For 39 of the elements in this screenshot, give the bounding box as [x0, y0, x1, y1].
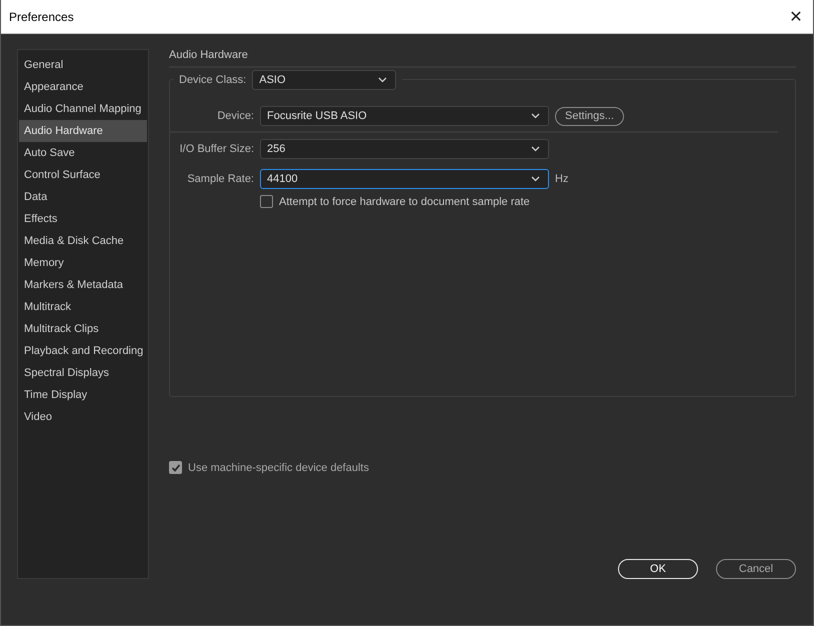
- unit-label: Hz: [555, 173, 568, 185]
- checkbox-label: Attempt to force hardware to document sample rate: [279, 196, 530, 208]
- sidebar-item[interactable]: Effects: [19, 208, 147, 230]
- chevron-icon: [531, 176, 540, 182]
- sidebar-item[interactable]: General: [19, 54, 147, 76]
- sidebar-item[interactable]: Multitrack Clips: [19, 318, 147, 340]
- buffer-size-dropdown[interactable]: 256: [260, 139, 549, 159]
- sidebar-item[interactable]: Data: [19, 186, 147, 208]
- sidebar-item[interactable]: Auto Save: [19, 142, 147, 164]
- chevron-icon: [378, 77, 388, 83]
- cancel-button[interactable]: Cancel: [716, 559, 796, 579]
- sidebar-item[interactable]: Multitrack: [19, 296, 147, 318]
- field-label: Sample Rate:: [186, 173, 254, 185]
- field-label: Device:: [216, 110, 254, 122]
- sidebar-item[interactable]: Markers & Metadata: [19, 274, 147, 296]
- sidebar-item[interactable]: Control Surface: [19, 164, 147, 186]
- window-title: Preferences: [9, 10, 74, 24]
- sidebar-item[interactable]: Appearance: [19, 76, 147, 98]
- field-label: Device Class:: [179, 74, 246, 86]
- device-class-dropdown[interactable]: ASIO: [252, 70, 396, 90]
- sidebar-item[interactable]: Audio Hardware: [19, 120, 147, 142]
- ok-button[interactable]: OK: [618, 559, 698, 579]
- sidebar-item[interactable]: Video: [19, 406, 147, 428]
- checkbox[interactable]: [260, 195, 273, 208]
- close-button[interactable]: ✕: [779, 0, 813, 33]
- checkbox-label: Use machine-specific device defaults: [188, 462, 369, 474]
- settings-button[interactable]: Settings...: [555, 106, 624, 126]
- chevron-icon: [531, 113, 540, 119]
- chevron-icon: [531, 146, 540, 152]
- device-dropdown[interactable]: Focusrite USB ASIO: [260, 106, 549, 126]
- sidebar-item[interactable]: Spectral Displays: [19, 362, 147, 384]
- sidebar-item[interactable]: Memory: [19, 252, 147, 274]
- sidebar-item[interactable]: Time Display: [19, 384, 147, 406]
- sidebar-item[interactable]: Audio Channel Mapping: [19, 98, 147, 120]
- sidebar-item[interactable]: Playback and Recording: [19, 340, 147, 362]
- section-title: Audio Hardware: [169, 49, 796, 68]
- sample-rate-dropdown[interactable]: 44100: [260, 169, 549, 189]
- sidebar-item[interactable]: Media & Disk Cache: [19, 230, 147, 252]
- field-label: I/O Buffer Size:: [178, 143, 254, 155]
